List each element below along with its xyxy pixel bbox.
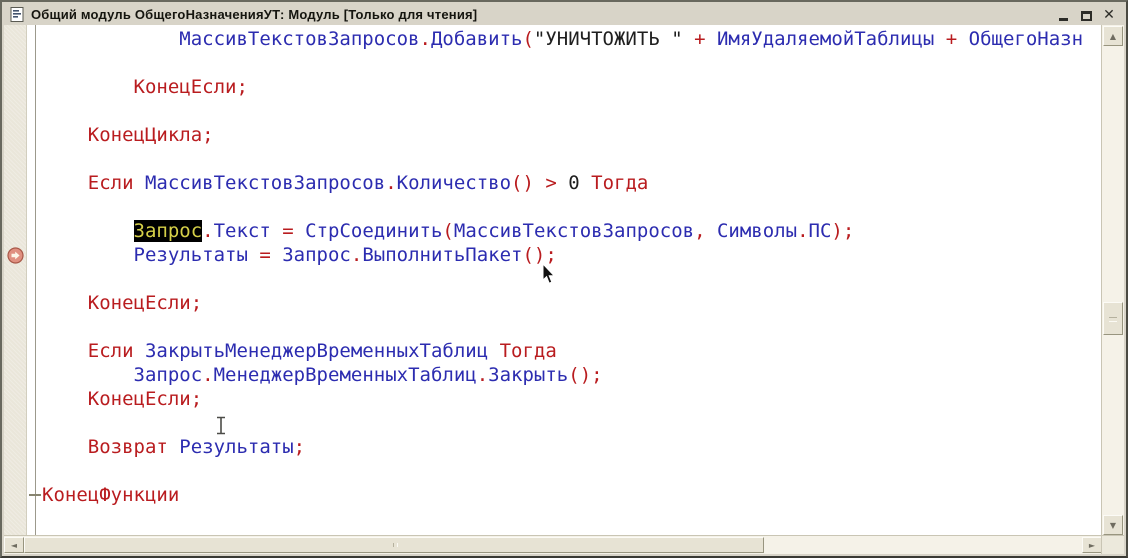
- code-token: ИмяУдаляемойТаблицы: [717, 28, 934, 50]
- code-line: КонецФункции: [42, 483, 1102, 507]
- code-token: Закрыть: [488, 364, 568, 386]
- code-line: КонецЦикла;: [42, 123, 1102, 147]
- minimize-button[interactable]: [1056, 8, 1070, 22]
- code-token: КонецЦикла: [88, 124, 202, 146]
- code-token: +: [934, 28, 968, 50]
- code-token: +: [683, 28, 717, 50]
- code-token: ;: [191, 388, 202, 410]
- code-token: Запрос: [282, 244, 351, 266]
- code-token: МассивТекстовЗапросов: [145, 172, 385, 194]
- execution-marker-icon: [7, 247, 24, 264]
- code-token: .: [477, 364, 488, 386]
- code-token: КонецФункции: [42, 484, 179, 506]
- code-token: "УНИЧТОЖИТЬ ": [534, 28, 683, 50]
- code-token: ();: [568, 364, 602, 386]
- code-token: .: [797, 220, 808, 242]
- code-token: КонецЕсли: [88, 292, 191, 314]
- vertical-scroll-thumb[interactable]: [1103, 302, 1123, 335]
- window-title: Общий модуль ОбщегоНазначенияУТ: Модуль …: [31, 7, 477, 22]
- horizontal-scroll-thumb[interactable]: [24, 537, 764, 553]
- vertical-scrollbar[interactable]: ▲ ▼: [1101, 25, 1124, 536]
- code-token: ;: [236, 76, 247, 98]
- code-token: Символы: [717, 220, 797, 242]
- code-line: КонецЕсли;: [42, 75, 1102, 99]
- code-token: Тогда: [488, 340, 557, 362]
- code-token: КонецЕсли: [134, 76, 237, 98]
- code-line: Результаты = Запрос.ВыполнитьПакет();: [42, 243, 1102, 267]
- titlebar[interactable]: Общий модуль ОбщегоНазначенияУТ: Модуль …: [4, 4, 1124, 26]
- code-line: [42, 147, 1102, 171]
- code-line: МассивТекстовЗапросов.Добавить("УНИЧТОЖИ…: [42, 27, 1102, 51]
- window-controls: ✕: [1056, 4, 1116, 25]
- code-token: Добавить: [431, 28, 523, 50]
- scrollbar-corner: [1101, 535, 1124, 554]
- code-token: МассивТекстовЗапросов: [454, 220, 694, 242]
- code-token: 0: [568, 172, 579, 194]
- code-token: Если: [88, 172, 145, 194]
- minimize-icon: [1059, 18, 1068, 21]
- code-token: .: [385, 172, 396, 194]
- maximize-icon: [1081, 11, 1092, 21]
- code-token: =: [248, 244, 282, 266]
- code-line: КонецЕсли;: [42, 291, 1102, 315]
- code-line: [42, 99, 1102, 123]
- code-token: ;: [202, 124, 213, 146]
- code-token: .: [351, 244, 362, 266]
- code-lines[interactable]: МассивТекстовЗапросов.Добавить("УНИЧТОЖИ…: [4, 27, 1102, 536]
- code-token: ();: [522, 244, 556, 266]
- code-token: ЗакрытьМенеджерВременныхТаблиц: [145, 340, 488, 362]
- selected-word: Запрос: [134, 220, 203, 242]
- code-token: КонецЕсли: [88, 388, 191, 410]
- code-token: Текст: [214, 220, 271, 242]
- horizontal-scrollbar[interactable]: ◄ ►: [4, 535, 1102, 554]
- scroll-right-button[interactable]: ►: [1082, 537, 1102, 553]
- fold-marker[interactable]: [29, 494, 41, 496]
- code-token: Количество: [397, 172, 511, 194]
- code-token: ;: [294, 436, 305, 458]
- code-token: () >: [511, 172, 568, 194]
- code-token: Результаты: [179, 436, 293, 458]
- code-line: Запрос.Текст = СтрСоединить(МассивТексто…: [42, 219, 1102, 243]
- code-token: МассивТекстовЗапросов: [179, 28, 419, 50]
- code-token: ПС: [809, 220, 832, 242]
- code-line: Если ЗакрытьМенеджерВременныхТаблиц Тогд…: [42, 339, 1102, 363]
- code-token: ,: [694, 220, 717, 242]
- code-line: Возврат Результаты;: [42, 435, 1102, 459]
- code-line: [42, 195, 1102, 219]
- code-line: [42, 51, 1102, 75]
- code-token: (: [442, 220, 453, 242]
- code-line: [42, 267, 1102, 291]
- close-button[interactable]: ✕: [1102, 8, 1116, 22]
- code-token: Если: [88, 340, 145, 362]
- code-token: СтрСоединить: [305, 220, 442, 242]
- scroll-down-button[interactable]: ▼: [1103, 515, 1123, 535]
- code-line: [42, 459, 1102, 483]
- code-token: );: [831, 220, 854, 242]
- code-token: .: [202, 364, 213, 386]
- code-line: КонецЕсли;: [42, 387, 1102, 411]
- code-token: .: [202, 220, 213, 242]
- code-line: [42, 411, 1102, 435]
- module-editor-window: Общий модуль ОбщегоНазначенияУТ: Модуль …: [0, 0, 1128, 558]
- code-token: Запрос: [134, 364, 203, 386]
- code-line: Если МассивТекстовЗапросов.Количество() …: [42, 171, 1102, 195]
- scroll-up-button[interactable]: ▲: [1103, 26, 1123, 46]
- code-token: ОбщегоНазн: [969, 28, 1083, 50]
- code-token: Тогда: [580, 172, 649, 194]
- code-token: ВыполнитьПакет: [362, 244, 522, 266]
- code-token: =: [271, 220, 305, 242]
- code-token: МенеджерВременныхТаблиц: [214, 364, 477, 386]
- code-token: (: [522, 28, 533, 50]
- code-token: Результаты: [134, 244, 248, 266]
- code-line: [42, 315, 1102, 339]
- code-token: .: [420, 28, 431, 50]
- code-line: Запрос.МенеджерВременныхТаблиц.Закрыть()…: [42, 363, 1102, 387]
- module-document-icon: [10, 7, 24, 22]
- code-token: ;: [191, 292, 202, 314]
- maximize-button[interactable]: [1079, 8, 1093, 22]
- code-token: Возврат: [88, 436, 180, 458]
- scroll-left-button[interactable]: ◄: [4, 537, 24, 553]
